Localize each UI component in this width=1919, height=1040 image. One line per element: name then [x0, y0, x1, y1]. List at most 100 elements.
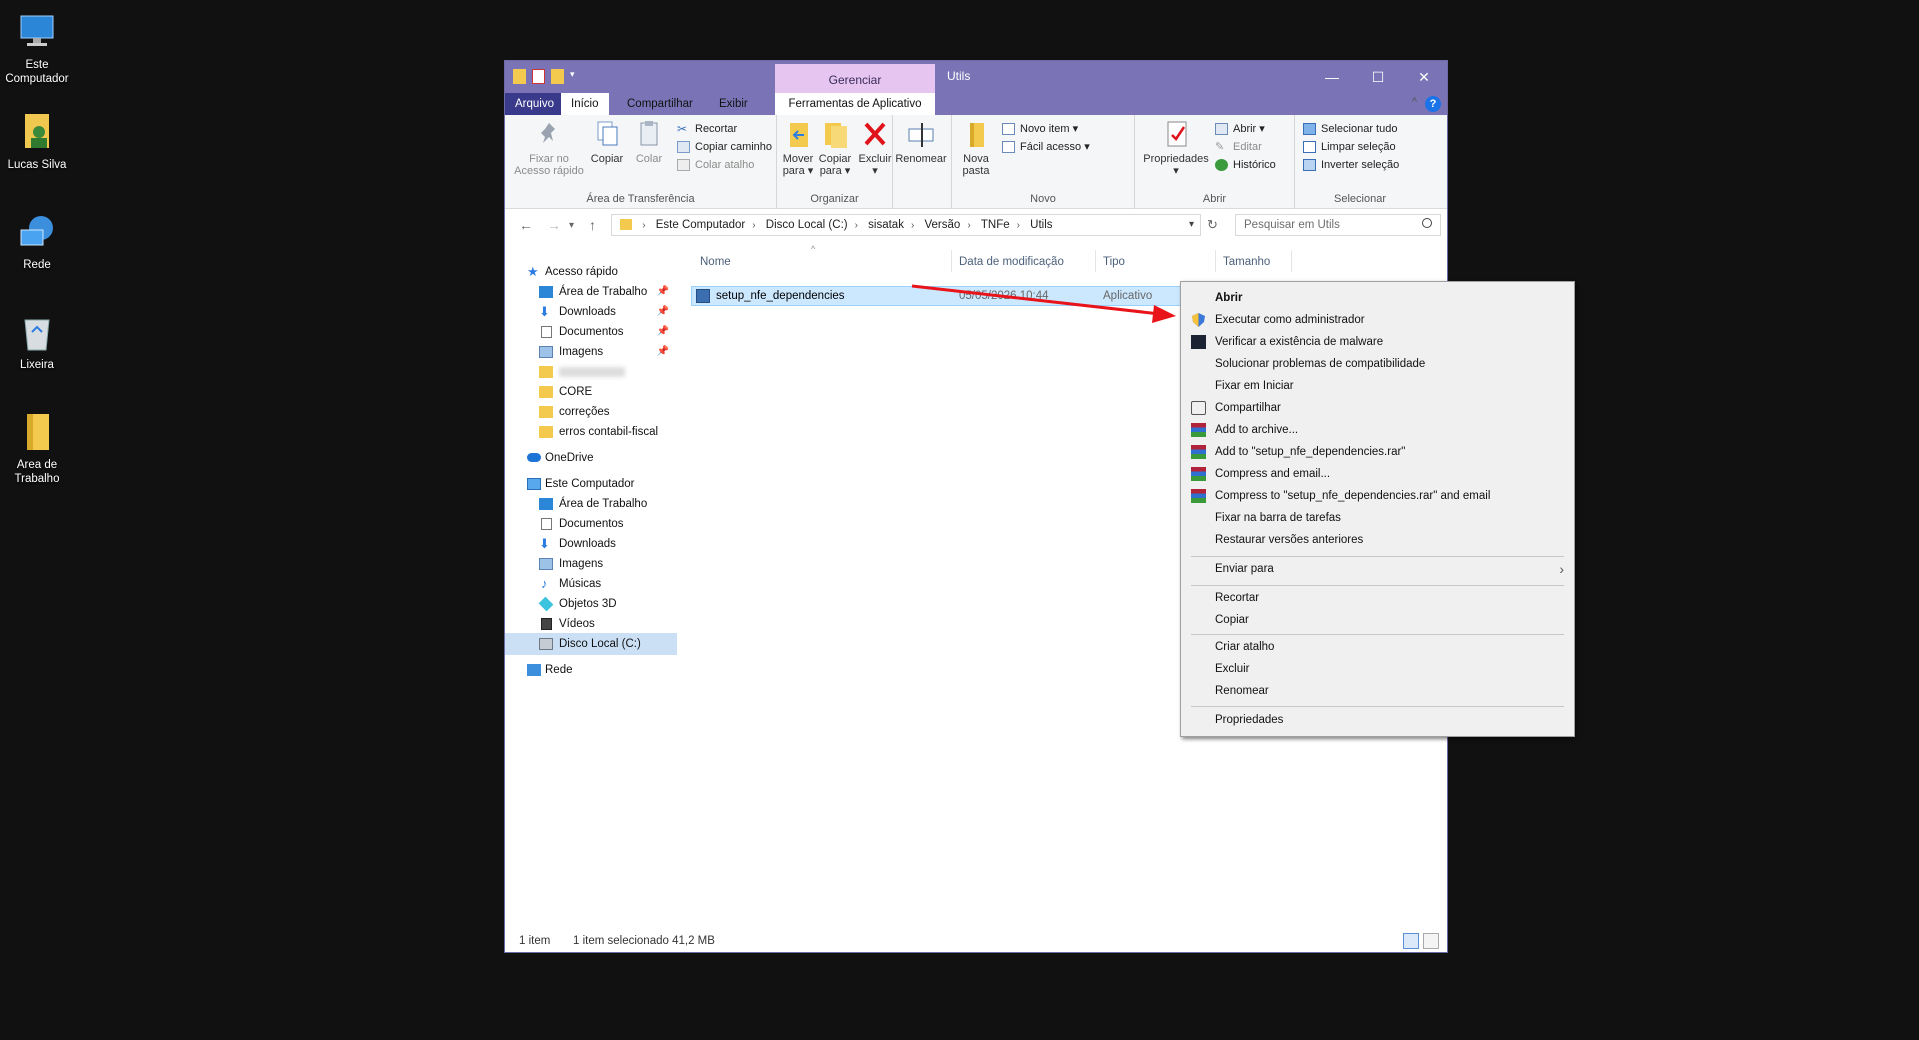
tab-gerenciar[interactable]: Gerenciar	[775, 64, 935, 93]
nav-quick-desktop[interactable]: Área de Trabalho 📌	[505, 281, 677, 303]
nav-pc-music[interactable]: ♪ Músicas	[505, 573, 677, 595]
menu-item-run-as-admin[interactable]: Executar como administrador	[1181, 309, 1574, 331]
search-input[interactable]: Pesquisar em Utils	[1235, 214, 1441, 236]
menu-item-troubleshoot-compatibility[interactable]: Solucionar problemas de compatibilidade	[1181, 353, 1574, 375]
properties-button[interactable]: Propriedades ▾	[1139, 119, 1213, 177]
nav-onedrive[interactable]: OneDrive	[505, 447, 677, 469]
desktop-icon-recycle-bin[interactable]: Lixeira	[4, 310, 70, 372]
menu-item-send-to[interactable]: Enviar para ›	[1181, 558, 1574, 580]
nav-quick-pictures[interactable]: Imagens 📌	[505, 341, 677, 363]
menu-item-restore-versions[interactable]: Restaurar versões anteriores	[1181, 529, 1574, 551]
desktop-icon-this-pc[interactable]: Este Computador	[4, 10, 70, 86]
minimize-button[interactable]: —	[1309, 61, 1355, 93]
new-folder-button[interactable]: Nova pasta	[956, 119, 996, 177]
copy-path-button[interactable]: Copiar caminho	[677, 139, 772, 155]
delete-button[interactable]: Excluir ▾	[857, 119, 893, 177]
nav-pc-pictures[interactable]: Imagens	[505, 553, 677, 575]
menu-item-compress-rar-email[interactable]: Compress to "setup_nfe_dependencies.rar"…	[1181, 485, 1574, 507]
nav-this-pc[interactable]: Este Computador	[505, 473, 677, 495]
large-icons-view-icon[interactable]	[1423, 933, 1439, 949]
column-divider[interactable]	[1095, 250, 1096, 272]
column-header-size[interactable]: Tamanho	[1223, 256, 1270, 268]
menu-item-pin-start[interactable]: Fixar em Iniciar	[1181, 375, 1574, 397]
menu-item-properties[interactable]: Propriedades	[1181, 709, 1574, 731]
menu-item-add-rar[interactable]: Add to "setup_nfe_dependencies.rar"	[1181, 441, 1574, 463]
address-dropdown-icon[interactable]: ▾	[1189, 215, 1194, 235]
collapse-ribbon-icon[interactable]: ^	[1412, 96, 1417, 108]
menu-item-scan-malware[interactable]: Verificar a existência de malware	[1181, 331, 1574, 353]
tab-compartilhar[interactable]: Compartilhar	[617, 93, 703, 115]
column-divider[interactable]	[1215, 250, 1216, 272]
desktop-icon-network[interactable]: Rede	[4, 210, 70, 272]
column-header-type[interactable]: Tipo	[1103, 256, 1125, 268]
tab-arquivo[interactable]: Arquivo	[505, 93, 564, 115]
breadcrumb-item[interactable]: Utils	[1026, 215, 1056, 235]
breadcrumb-item[interactable]: Este Computador	[652, 215, 750, 235]
column-divider[interactable]	[951, 250, 952, 272]
menu-item-pin-taskbar[interactable]: Fixar na barra de tarefas	[1181, 507, 1574, 529]
menu-item-add-archive[interactable]: Add to archive...	[1181, 419, 1574, 441]
easy-access-button[interactable]: Fácil acesso ▾	[1002, 139, 1090, 155]
details-view-icon[interactable]	[1403, 933, 1419, 949]
menu-item-create-shortcut[interactable]: Criar atalho	[1181, 636, 1574, 658]
invert-selection-button[interactable]: Inverter seleção	[1303, 157, 1399, 173]
tab-inicio[interactable]: Início	[561, 93, 609, 115]
nav-quick-downloads[interactable]: ⬇ Downloads 📌	[505, 301, 677, 323]
menu-item-rename[interactable]: Renomear	[1181, 680, 1574, 702]
back-arrow-icon[interactable]: ←	[519, 217, 533, 233]
nav-folder-correcoes[interactable]: correções	[505, 401, 677, 423]
copy-button[interactable]: Copiar	[587, 119, 627, 165]
help-button[interactable]: ?	[1425, 96, 1441, 112]
new-folder-icon[interactable]	[551, 69, 564, 84]
cut-button[interactable]: ✂ Recortar	[677, 121, 737, 137]
menu-item-delete[interactable]: Excluir	[1181, 658, 1574, 680]
desktop-icon-desktop-folder[interactable]: Area de Trabalho	[4, 410, 70, 486]
nav-folder-core[interactable]: CORE	[505, 381, 677, 403]
paste-shortcut-button[interactable]: Colar atalho	[677, 157, 754, 173]
select-all-button[interactable]: Selecionar tudo	[1303, 121, 1397, 137]
menu-item-compress-email[interactable]: Compress and email...	[1181, 463, 1574, 485]
rename-button[interactable]: Renomear	[893, 119, 949, 165]
nav-pc-3d-objects[interactable]: Objetos 3D	[505, 593, 677, 615]
address-bar[interactable]: › Este Computador › Disco Local (C:) › sis…	[611, 214, 1201, 236]
menu-item-copy[interactable]: Copiar	[1181, 609, 1574, 631]
open-button[interactable]: Abrir ▾	[1215, 121, 1265, 137]
column-header-date[interactable]: Data de modificação	[959, 256, 1064, 268]
nav-quick-documents[interactable]: Documentos 📌	[505, 321, 677, 343]
nav-pc-local-disk[interactable]: Disco Local (C:)	[505, 633, 677, 655]
refresh-icon[interactable]: ↻	[1207, 217, 1218, 233]
nav-pc-documents[interactable]: Documentos	[505, 513, 677, 535]
menu-item-share[interactable]: Compartilhar	[1181, 397, 1574, 419]
properties-icon[interactable]	[532, 69, 545, 84]
paste-button[interactable]: Colar	[629, 119, 669, 165]
desktop-icon-user[interactable]: Lucas Silva	[4, 110, 70, 172]
nav-folder-erros[interactable]: erros contabil-fiscal	[505, 421, 677, 443]
select-none-button[interactable]: Limpar seleção	[1303, 139, 1396, 155]
close-button[interactable]: ✕	[1401, 61, 1447, 93]
breadcrumb-item[interactable]: Versão	[921, 215, 965, 235]
move-to-button[interactable]: Mover para ▾	[779, 119, 817, 177]
new-item-button[interactable]: Novo item ▾	[1002, 121, 1078, 137]
pin-quick-access-button[interactable]: Fixar no Acesso rápido	[509, 119, 589, 177]
nav-network[interactable]: Rede	[505, 659, 677, 681]
tab-ferramentas-aplicativo[interactable]: Ferramentas de Aplicativo	[775, 93, 935, 115]
nav-pc-downloads[interactable]: ⬇ Downloads	[505, 533, 677, 555]
edit-button[interactable]: ✎ Editar	[1215, 139, 1262, 155]
breadcrumb-item[interactable]: sisatak	[864, 215, 908, 235]
copy-to-button[interactable]: Copiar para ▾	[815, 119, 855, 177]
breadcrumb-item[interactable]: TNFe	[977, 215, 1014, 235]
maximize-button[interactable]: ☐	[1355, 61, 1401, 93]
nav-quick-blurred-folder[interactable]	[505, 361, 677, 383]
column-header-name[interactable]: Nome	[700, 256, 731, 268]
nav-pc-desktop[interactable]: Área de Trabalho	[505, 493, 677, 515]
customize-dropdown-icon[interactable]: ▾	[570, 69, 578, 84]
history-button[interactable]: Histórico	[1215, 157, 1276, 173]
menu-item-open[interactable]: Abrir	[1181, 287, 1574, 309]
breadcrumb-item[interactable]: Disco Local (C:)	[762, 215, 852, 235]
forward-arrow-icon[interactable]: →	[547, 217, 561, 233]
nav-pc-videos[interactable]: Vídeos	[505, 613, 677, 635]
recent-dropdown-icon[interactable]: ▾	[569, 220, 574, 231]
menu-item-cut[interactable]: Recortar	[1181, 587, 1574, 609]
nav-quick-access[interactable]: ★ Acesso rápido	[505, 261, 677, 283]
folder-icon[interactable]	[513, 69, 526, 84]
